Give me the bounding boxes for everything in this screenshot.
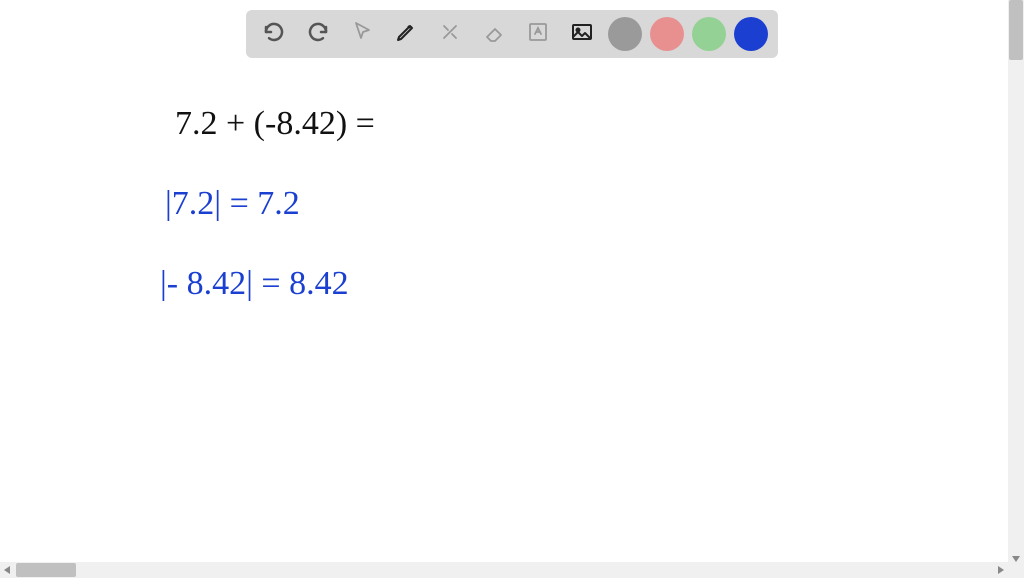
color-blue-button[interactable] [734,17,768,51]
color-green-button[interactable] [692,17,726,51]
pen-button[interactable] [388,16,424,52]
pen-icon [394,20,418,49]
vertical-scrollbar[interactable] [1008,0,1024,578]
eraser-button[interactable] [476,16,512,52]
scroll-left-icon[interactable] [4,566,10,574]
drawing-canvas[interactable]: 7.2 + (-8.42) = |7.2| = 7.2 |- 8.42| = 8… [0,60,1008,562]
redo-icon [306,20,330,49]
image-icon [570,20,594,49]
eraser-icon [482,20,506,49]
horizontal-scrollbar[interactable] [0,562,1008,578]
pointer-button[interactable] [344,16,380,52]
color-red-button[interactable] [650,17,684,51]
handwritten-line: 7.2 + (-8.42) = [175,105,375,143]
text-button[interactable] [520,16,556,52]
undo-button[interactable] [256,16,292,52]
image-button[interactable] [564,16,600,52]
tools-icon [438,20,462,49]
text-icon [526,20,550,49]
scroll-right-icon[interactable] [998,566,1004,574]
handwritten-line: |- 8.42| = 8.42 [160,265,349,303]
scroll-corner [1008,562,1024,578]
vertical-scrollbar-thumb[interactable] [1009,0,1023,60]
handwritten-line: |7.2| = 7.2 [165,185,300,223]
tools-button[interactable] [432,16,468,52]
redo-button[interactable] [300,16,336,52]
pointer-icon [350,20,374,49]
color-gray-button[interactable] [608,17,642,51]
horizontal-scrollbar-thumb[interactable] [16,563,76,577]
undo-icon [262,20,286,49]
toolbar [246,10,778,58]
